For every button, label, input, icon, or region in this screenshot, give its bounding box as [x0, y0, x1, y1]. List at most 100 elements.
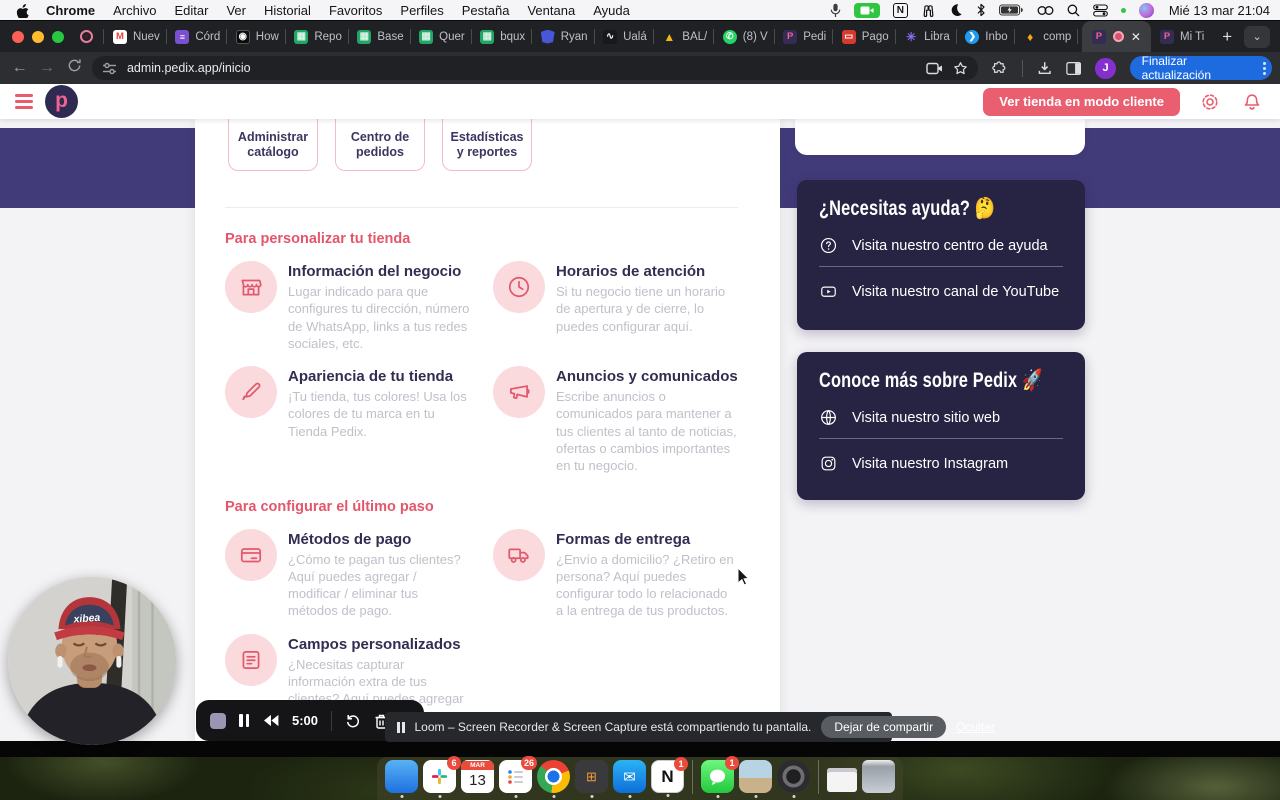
feature-formas-de-entrega[interactable]: Formas de entrega ¿Envío a domicilio? ¿Re… — [493, 528, 738, 620]
chrome-menu-icon[interactable] — [1263, 61, 1267, 75]
red-favicon: ▭ — [841, 29, 856, 44]
tab-bqux[interactable]: ▦ bqux — [471, 21, 531, 52]
dock-minimized-window[interactable] — [827, 767, 857, 792]
close-tab-icon[interactable]: ✕ — [1131, 30, 1141, 44]
notion-menubar-icon[interactable]: N — [892, 2, 908, 18]
tab-base[interactable]: ▦ Base — [348, 21, 409, 52]
tab-crd[interactable]: ≡ Córd — [166, 21, 226, 52]
menu-ventana[interactable]: Ventana — [518, 3, 584, 18]
loom-stop-button[interactable] — [210, 712, 226, 729]
feature-m-todos-de-pago[interactable]: Métodos de pago ¿Cómo te pagan tus client… — [225, 528, 470, 620]
tab-ryan[interactable]: Ryan — [532, 21, 594, 52]
menu-pestaña[interactable]: Pestaña — [453, 3, 519, 18]
tab-centro-de-pedidos[interactable]: Centro de pedidos — [335, 119, 425, 171]
omnibox[interactable]: admin.pedix.app/inicio — [91, 56, 979, 80]
menu-historial[interactable]: Historial — [255, 3, 320, 18]
feature-anuncios-y-comunicados[interactable]: Anuncios y comunicados Escribe anuncios o… — [493, 366, 738, 474]
hamburger-menu-icon[interactable] — [15, 94, 33, 109]
menu-perfiles[interactable]: Perfiles — [391, 3, 452, 18]
spotlight-icon[interactable] — [1067, 4, 1080, 17]
update-chrome-button[interactable]: Finalizar actualización — [1129, 54, 1273, 82]
feature-apariencia-de-tu-tienda[interactable]: Apariencia de tu tienda ¡Tu tienda, tus c… — [225, 366, 470, 474]
tab-estadisticas-reportes[interactable]: Estadísticas y reportes — [442, 119, 532, 171]
dock-finder[interactable] — [385, 760, 418, 798]
zoom-window-button[interactable] — [52, 30, 64, 43]
focus-moon-icon[interactable] — [949, 3, 963, 17]
menu-chrome[interactable]: Chrome — [37, 3, 104, 18]
tab-quer[interactable]: ▦ Quer — [410, 21, 471, 52]
menu-ver[interactable]: Ver — [217, 3, 255, 18]
apple-menu-icon[interactable] — [16, 3, 29, 18]
dock-notion[interactable]: N1 — [651, 757, 688, 797]
dock-chrome[interactable] — [537, 760, 570, 798]
bluetooth-icon[interactable] — [976, 3, 986, 17]
link-visita-nuestro-instagram[interactable]: Visita nuestro Instagram — [819, 454, 1063, 473]
loom-pause-button[interactable] — [239, 714, 249, 727]
profile-avatar[interactable]: J — [1095, 57, 1116, 79]
siri-icon[interactable] — [1138, 2, 1154, 18]
feature-informaci-n-del-negocio[interactable]: Información del negocio Lugar indicado pa… — [225, 261, 470, 352]
menu-editar[interactable]: Editar — [165, 3, 217, 18]
link-visita-nuestro-centro-de-ayuda[interactable]: Visita nuestro centro de ayuda — [819, 236, 1063, 255]
extensions-icon[interactable] — [992, 60, 1007, 76]
tab-search-chevron[interactable]: ⌄ — [1244, 25, 1270, 48]
close-window-button[interactable] — [12, 30, 24, 43]
tab-ual[interactable]: ∿ Ualá — [594, 21, 653, 52]
dock-calendar[interactable]: MAR 13 — [461, 760, 494, 793]
tab-libra[interactable]: ✳ Libra — [895, 21, 956, 52]
control-center-icon[interactable] — [1092, 3, 1108, 17]
loom-rewind-icon[interactable] — [262, 714, 279, 727]
tab-administrar-catalogo[interactable]: Administrar catálogo — [228, 119, 318, 171]
webcam-overlay[interactable]: xibea — [8, 577, 176, 745]
settings-gear-icon[interactable] — [1198, 90, 1222, 114]
menu-archivo[interactable]: Archivo — [104, 3, 165, 18]
tab-comp[interactable]: ♦ comp — [1014, 21, 1077, 52]
dock-reminders[interactable]: 26 — [499, 756, 537, 798]
menu-ayuda[interactable]: Ayuda — [584, 3, 639, 18]
screen-recording-indicator[interactable] — [853, 2, 880, 18]
notifications-bell-icon[interactable] — [1240, 90, 1264, 114]
new-tab-button[interactable]: + — [1210, 27, 1244, 47]
forward-button[interactable]: → — [33, 59, 60, 77]
airpods-icon[interactable] — [921, 4, 936, 17]
side-panel-icon[interactable] — [1066, 61, 1082, 76]
reload-button[interactable] — [61, 58, 88, 78]
microphone-icon[interactable] — [830, 3, 841, 18]
dock-system-settings[interactable] — [777, 760, 810, 798]
tab-repo[interactable]: ▦ Repo — [285, 21, 348, 52]
loom-link-icon[interactable] — [1037, 5, 1054, 16]
tab-active-pedix[interactable]: P ✕ — [1081, 21, 1151, 52]
link-visita-nuestro-canal-de-youtube[interactable]: Visita nuestro canal de YouTube — [819, 282, 1063, 301]
pause-share-icon[interactable] — [397, 721, 405, 733]
tab-pedi[interactable]: P Pedi — [774, 21, 832, 52]
site-settings-icon[interactable] — [102, 62, 117, 75]
dock-slack[interactable]: 6 — [423, 756, 461, 798]
dock-trash[interactable] — [862, 760, 895, 793]
feature-horarios-de-atenci-n[interactable]: Horarios de atención Si tu negocio tiene … — [493, 261, 738, 352]
tab-8v[interactable]: ✆ (8) V — [714, 21, 774, 52]
tab-bal[interactable]: ▲ BAL/ — [653, 21, 713, 52]
hide-share-bar-link[interactable]: Ocultar — [956, 720, 995, 734]
back-button[interactable]: ← — [6, 59, 33, 77]
url-text[interactable]: admin.pedix.app/inicio — [127, 61, 916, 75]
pedix-logo[interactable]: p — [45, 85, 78, 118]
tab-mi-tienda[interactable]: P Mi Ti — [1151, 21, 1210, 52]
stop-sharing-button[interactable]: Dejar de compartir — [821, 716, 947, 738]
dock-mail[interactable]: ✉ — [613, 760, 646, 798]
minimize-window-button[interactable] — [32, 30, 44, 43]
tab-capture-icon[interactable] — [926, 62, 943, 75]
tab-inbo[interactable]: ❯ Inbo — [956, 21, 1013, 52]
downloads-icon[interactable] — [1037, 60, 1052, 76]
dock-messages[interactable]: 1 — [701, 756, 739, 798]
dock-calculator[interactable]: ⊞ — [575, 760, 608, 798]
bookmark-star-icon[interactable] — [953, 61, 968, 76]
view-store-button[interactable]: Ver tienda en modo cliente — [983, 87, 1180, 116]
link-visita-nuestro-sitio-web[interactable]: Visita nuestro sitio web — [819, 408, 1063, 427]
tab-nuev[interactable]: M Nuev — [104, 21, 166, 52]
menu-favoritos[interactable]: Favoritos — [320, 3, 391, 18]
menubar-clock[interactable]: Mié 13 mar 21:04 — [1169, 3, 1270, 18]
tab-pago[interactable]: ▭ Pago — [833, 21, 895, 52]
dock-photo-preview[interactable] — [739, 760, 772, 798]
tab-how[interactable]: ◉ How — [227, 21, 285, 52]
loom-restart-icon[interactable] — [345, 713, 361, 729]
